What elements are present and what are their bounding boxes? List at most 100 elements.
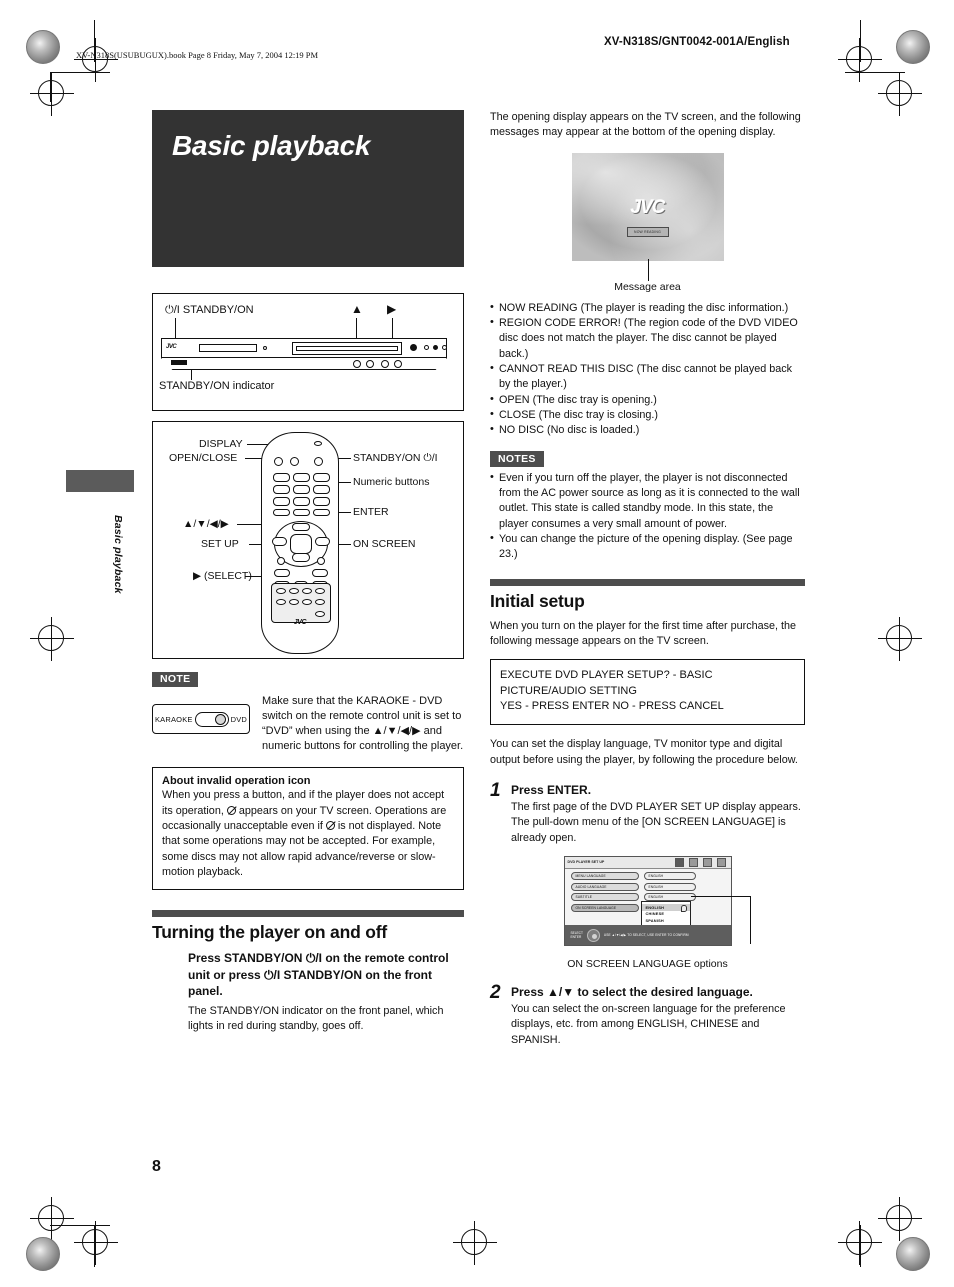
registration-mark-left-lower (30, 1197, 74, 1241)
setup-screen-tab-icons (674, 858, 726, 868)
remote-pad-key-5[interactable] (276, 599, 286, 605)
remote-numeric-0[interactable] (273, 509, 290, 516)
setup-tab-language-icon[interactable] (674, 858, 684, 868)
cursor-icon (680, 905, 687, 913)
remote-arrow-right[interactable] (315, 537, 330, 546)
remote-func-a[interactable] (274, 569, 290, 577)
jvc-logo-front: JVC (166, 344, 177, 350)
tv-message-area: NOW READING (626, 226, 669, 237)
setup-row-value[interactable]: ENGLISH (643, 882, 696, 891)
power-symbol-icon-lead2: ⏻/I (264, 967, 281, 982)
remote-func-b[interactable] (312, 569, 328, 577)
osd-line-2: YES - PRESS ENTER NO - PRESS CANCEL (500, 700, 724, 713)
remote-numeric-plus10[interactable] (293, 509, 310, 516)
notes-block: NOTES Even if you turn off the player, t… (490, 449, 805, 563)
remote-standby-button[interactable] (314, 457, 323, 466)
front-panel-display (199, 344, 257, 352)
remote-label-select: ▶ (SELECT) (193, 570, 252, 582)
setup-row-label[interactable]: MENU LANGUAGE (570, 872, 639, 881)
remote-pad-key-7[interactable] (302, 599, 312, 605)
list-item: REGION CODE ERROR! (The region code of t… (490, 315, 805, 362)
setup-row-label[interactable]: AUDIO LANGUAGE (570, 882, 639, 891)
front-button-open (410, 344, 417, 351)
setup-caption-wrap: ON SCREEN LANGUAGE options (490, 896, 805, 970)
tv-jvc-logo: JVC (630, 196, 666, 218)
remote-pad-key-9[interactable] (315, 611, 325, 617)
on-screen-language-dropdown[interactable]: ENGLISH CHINESE SPANISH (640, 901, 691, 927)
setup-row-value[interactable]: ENGLISH (643, 872, 696, 881)
remote-arrow-down[interactable] (292, 553, 310, 562)
crop-line-left-h (50, 72, 110, 73)
setup-tab-picture-icon[interactable] (688, 858, 698, 868)
opening-messages-list: NOW READING (The player is reading the d… (490, 300, 805, 439)
step-1: 1 Press ENTER. The first page of the DVD… (490, 781, 805, 846)
remote-numeric-2[interactable] (293, 473, 310, 482)
remote-numeric-8[interactable] (293, 497, 310, 506)
remote-numeric-9[interactable] (313, 497, 330, 506)
list-item: Even if you turn off the player, the pla… (490, 470, 805, 532)
step-1-number: 1 (490, 780, 501, 802)
karaoke-switch-toggle[interactable] (194, 711, 229, 727)
setup-tab-audio-icon[interactable] (702, 858, 712, 868)
table-row: SUBTITLE ENGLISH (570, 893, 725, 902)
front-panel-figure: ⏻/I STANDBY/ON ▲ ▶ STANDBY/ON indicator … (152, 293, 464, 411)
list-item: You can change the picture of the openin… (490, 531, 805, 563)
leader-eject (356, 318, 357, 340)
chapter-banner: Basic playback (152, 110, 464, 267)
list-item: CLOSE (The disc tray is closing.) (490, 407, 805, 423)
remote-pad-key-6[interactable] (289, 599, 299, 605)
front-panel-power-text: STANDBY/ON (182, 304, 254, 316)
remote-label-open-close: OPEN/CLOSE (169, 452, 238, 464)
remote-pad-key-2[interactable] (289, 588, 299, 594)
setup-row-label-on-screen-language[interactable]: ON SCREEN LANGUAGE (570, 903, 639, 912)
remote-label-set-up: SET UP (201, 538, 239, 550)
remote-numeric-6[interactable] (313, 485, 330, 494)
remote-display-button[interactable] (290, 457, 299, 466)
remote-pad-key-1[interactable] (276, 588, 286, 594)
turning-lead-part1: Press STANDBY/ON (188, 951, 303, 966)
remote-pad-key-3[interactable] (302, 588, 312, 594)
manual-page: XV-N318S/GNT0042-001A/English XV-N318S(U… (0, 0, 954, 1287)
remote-on-screen-button[interactable] (317, 557, 325, 565)
setup-tab-others-icon[interactable] (716, 858, 726, 868)
remote-numeric-3[interactable] (313, 473, 330, 482)
front-panel-knob-1 (353, 360, 361, 368)
right-column: The opening display appears on the TV sc… (490, 110, 805, 1048)
step-1-body: Press ENTER. The first page of the DVD P… (511, 781, 805, 846)
remote-set-up-button[interactable] (277, 557, 285, 565)
setup-row-label[interactable]: SUBTITLE (570, 893, 639, 902)
setup-row-value[interactable]: ENGLISH (643, 893, 696, 902)
invalid-operation-heading: About invalid operation icon (162, 775, 311, 788)
remote-arrow-up[interactable] (292, 523, 310, 531)
front-button-b (433, 345, 438, 350)
dropdown-option-spanish[interactable]: SPANISH (642, 917, 690, 924)
section-title-initial-setup: Initial setup (490, 590, 585, 611)
remote-numeric-1[interactable] (273, 473, 290, 482)
remote-label-on-screen: ON SCREEN (353, 538, 416, 550)
tv-opening-display-figure: JVC NOW READING (571, 152, 724, 261)
remote-numeric-4[interactable] (273, 485, 290, 494)
step-1-heading: Press ENTER. (511, 783, 592, 798)
remote-enter-button[interactable] (290, 534, 312, 554)
remote-numeric-5[interactable] (293, 485, 310, 494)
remote-control-figure: DISPLAY OPEN/CLOSE ▲/▼/◀/▶ SET UP ▶ (SEL… (152, 421, 464, 659)
remote-numeric-7[interactable] (273, 497, 290, 506)
switch-knob-icon (214, 713, 226, 725)
section-rule-initial-setup (490, 578, 805, 586)
remote-open-close-button[interactable] (274, 457, 283, 466)
remote-pad-key-8[interactable] (315, 599, 325, 605)
invalid-operation-box: About invalid operation icon When you pr… (152, 767, 464, 891)
jvc-logo-remote: JVC (293, 619, 307, 626)
step-2-body: Press ▲/▼ to select the desired language… (511, 983, 805, 1048)
initial-setup-section: Initial setup When you turn on the playe… (490, 578, 805, 1048)
remote-arrow-left[interactable] (272, 537, 287, 546)
remote-numeric-cancel[interactable] (313, 509, 330, 516)
note-karaoke-row: KARAOKE DVD Make sure that the KARAOKE -… (152, 694, 464, 753)
remote-led (314, 441, 322, 446)
page-number: 8 (152, 1158, 161, 1175)
table-row: MENU LANGUAGE ENGLISH (570, 872, 725, 881)
remote-pad-key-4[interactable] (315, 588, 325, 594)
setup-screen-title: DVD PLAYER SET UP (567, 859, 605, 864)
list-item: NOW READING (The player is reading the d… (490, 300, 805, 316)
front-panel-bottom (161, 358, 447, 370)
